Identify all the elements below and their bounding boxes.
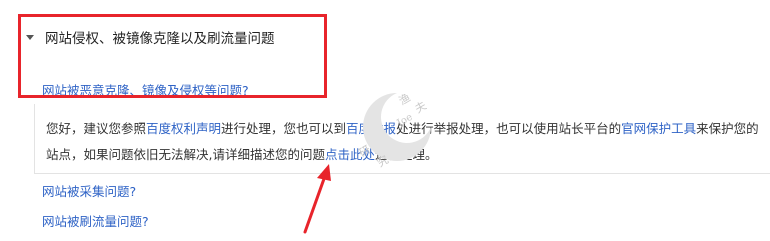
baidu-report-link[interactable]: 百度举报 xyxy=(346,121,396,136)
click-here-link[interactable]: 点击此处 xyxy=(325,147,375,162)
answer-text-part3: 处进行举报处理，也可以使用站长平台的 xyxy=(396,121,622,136)
answer-text: 您好，建议您参照百度权利声明进行处理，您也可以到百度举报处进行举报处理，也可以使… xyxy=(46,116,766,168)
official-site-protection-tool-link[interactable]: 官网保护工具 xyxy=(621,121,696,136)
faq-link-scraped[interactable]: 网站被采集问题? xyxy=(42,181,136,200)
answer-text-part1: 您好，建议您参照 xyxy=(46,121,147,136)
answer-text-part2: 进行处理，您也可以到 xyxy=(221,121,347,136)
faq-link-traffic-brushing[interactable]: 网站被刷流量问题? xyxy=(42,211,149,230)
answer-text-part5: 进行处理。 xyxy=(375,147,438,162)
red-highlight-box xyxy=(18,14,327,98)
baidu-rights-statement-link[interactable]: 百度权利声明 xyxy=(146,121,221,136)
